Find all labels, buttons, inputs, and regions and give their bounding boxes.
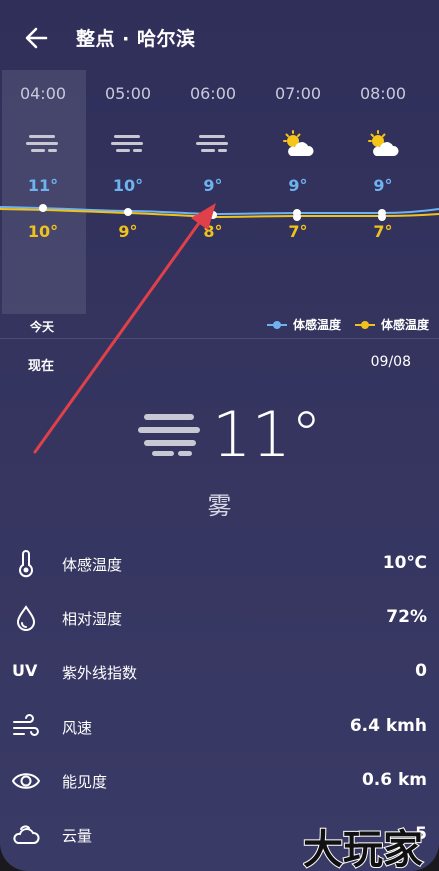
partly-cloudy-icon xyxy=(283,130,314,156)
detail-label: 相对湿度 xyxy=(62,610,123,628)
temperature-point xyxy=(293,213,301,221)
detail-label: 体感温度 xyxy=(62,556,123,574)
page-title: 整点 · 哈尔滨 xyxy=(76,28,196,50)
partly-cloudy-icon xyxy=(368,130,399,156)
temperature-point xyxy=(39,204,47,212)
detail-row-wind: 风速 6.4 kmh xyxy=(0,707,439,747)
detail-row-visibility: 能见度 0.6 km xyxy=(0,761,439,801)
fog-icon xyxy=(26,135,58,152)
watermark-logo: 大玩家 xyxy=(303,826,424,869)
back-button[interactable] xyxy=(22,24,52,52)
hour-time: 06:00 xyxy=(189,84,237,103)
chart-legend: 体感温度 体感温度 xyxy=(266,316,429,333)
hour-time: 05:00 xyxy=(104,84,152,103)
legend-label: 体感温度 xyxy=(380,318,429,332)
detail-label: 云量 xyxy=(62,827,93,845)
legend-marker xyxy=(354,320,375,330)
detail-value: 0.6 km xyxy=(361,770,427,790)
detail-value: 10℃ xyxy=(382,553,427,573)
uv-icon: UV xyxy=(12,661,38,680)
hour-time: 07:00 xyxy=(274,84,322,103)
now-date: 09/08 xyxy=(370,354,411,370)
legend-label: 体感温度 xyxy=(292,318,341,332)
wind-icon xyxy=(13,714,39,736)
detail-row-uv: UV 紫外线指数 0 xyxy=(0,652,439,692)
arrow-left-icon xyxy=(25,27,48,49)
hour-time: 04:00 xyxy=(19,84,67,103)
detail-row-feels-like: 体感温度 10℃ xyxy=(0,544,439,584)
detail-label: 风速 xyxy=(62,719,93,737)
hourly-forecast[interactable]: 04:00 11° 10° 05:00 10° 9° 06:00 9° 8° 0… xyxy=(0,70,439,338)
weather-screen: 整点 · 哈尔滨 04:00 11° 10° 05:00 10° 9° 06:0… xyxy=(0,0,439,871)
temperature-point xyxy=(378,213,386,221)
temperature-point xyxy=(124,208,132,216)
detail-label: 紫外线指数 xyxy=(62,664,138,682)
detail-label: 能见度 xyxy=(62,773,108,791)
today-label: 今天 xyxy=(30,320,55,334)
detail-value: 72% xyxy=(386,607,427,627)
watermark-text: 大玩家 xyxy=(303,827,423,869)
fog-icon xyxy=(196,135,228,152)
fog-icon xyxy=(138,414,200,456)
cloud-icon xyxy=(13,825,40,844)
legend-item-feels-high: 体感温度 xyxy=(266,316,341,333)
eye-icon xyxy=(12,773,40,789)
temperature-lines xyxy=(0,204,439,221)
temperature-point xyxy=(209,211,217,219)
hour-time: 08:00 xyxy=(359,84,407,103)
legend-marker xyxy=(266,320,287,330)
droplet-icon xyxy=(16,605,36,631)
now-label: 现在 xyxy=(28,359,55,374)
detail-value: 0 xyxy=(415,661,427,681)
detail-value: 6.4 kmh xyxy=(349,716,427,736)
legend-item-feels-low: 体感温度 xyxy=(354,316,429,333)
header: 整点 · 哈尔滨 xyxy=(0,0,439,72)
thermometer-icon xyxy=(19,550,33,578)
divider xyxy=(0,338,439,339)
current-condition: 雾 xyxy=(207,492,232,520)
current-temperature: 11° xyxy=(212,398,322,471)
detail-row-humidity: 相对湿度 72% xyxy=(0,598,439,638)
fog-icon xyxy=(111,135,143,152)
